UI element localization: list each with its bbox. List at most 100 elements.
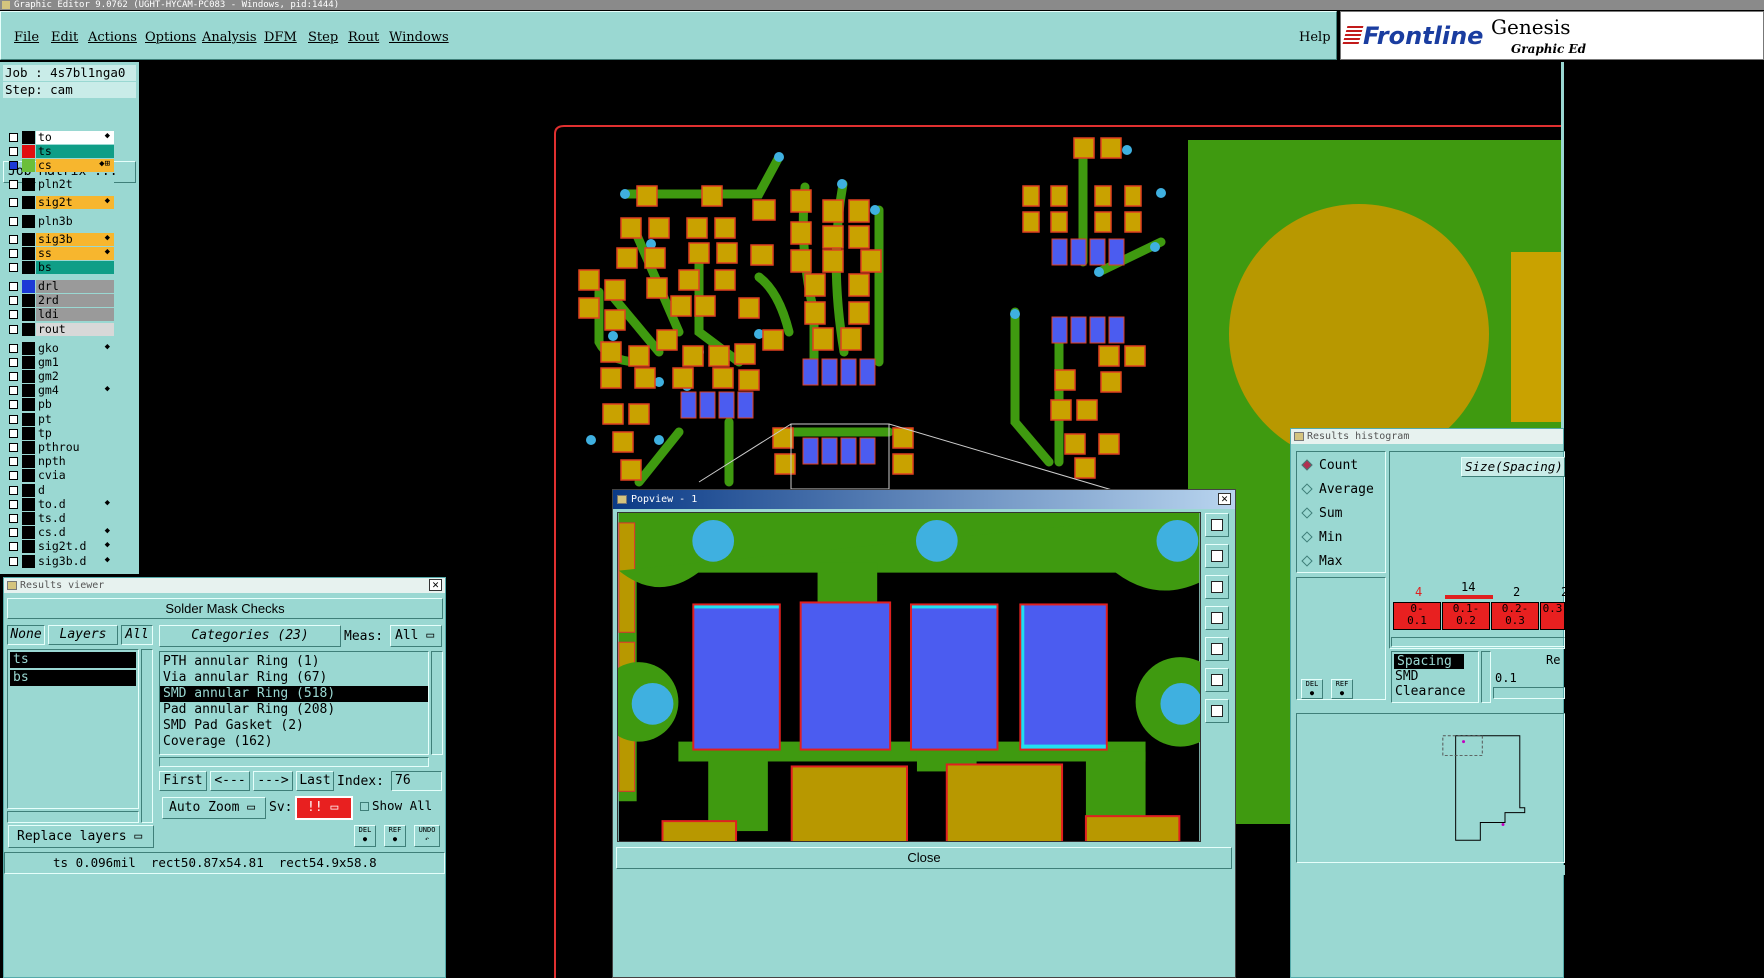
layer-row-drl[interactable]: drl [6, 280, 114, 293]
menu-windows[interactable]: Windows [389, 30, 449, 45]
pcb-pad[interactable] [616, 247, 638, 269]
layer-checkbox[interactable] [9, 400, 18, 409]
layer-name[interactable]: ts.d [36, 512, 114, 525]
layer-name[interactable]: sig2t [36, 196, 114, 209]
pan-down-tool[interactable] [1205, 575, 1229, 599]
pcb-pad[interactable] [714, 269, 736, 291]
layer-checkbox[interactable] [9, 344, 18, 353]
category-item[interactable]: Coverage (162) [160, 734, 428, 750]
pcb-pad[interactable] [822, 199, 844, 223]
layer-color-swatch[interactable] [22, 356, 35, 369]
layer-color-swatch[interactable] [22, 441, 35, 454]
layer-checkbox[interactable] [9, 528, 18, 537]
category-item[interactable]: Pad annular Ring (208) [160, 702, 428, 718]
prev-button[interactable]: <--- [210, 771, 250, 791]
layer-color-swatch[interactable] [22, 469, 35, 482]
layer-color-swatch[interactable] [22, 261, 35, 274]
layer-color-swatch[interactable] [22, 215, 35, 228]
pcb-pad[interactable] [1124, 185, 1142, 207]
layer-checkbox[interactable] [9, 557, 18, 566]
category-item[interactable]: SMD Pad Gasket (2) [160, 718, 428, 734]
layer-color-swatch[interactable] [22, 427, 35, 440]
pcb-pad[interactable] [714, 217, 736, 239]
pcb-pad[interactable] [628, 345, 650, 367]
threshold-slider[interactable] [1493, 687, 1565, 699]
layer-name[interactable]: tp [36, 427, 114, 440]
layer-checkbox[interactable] [9, 235, 18, 244]
layer-row-gm1[interactable]: gm1 [6, 356, 114, 369]
layer-row-gm2[interactable]: gm2 [6, 370, 114, 383]
mode-radio-min[interactable]: Min [1301, 530, 1342, 545]
popview-close-button[interactable]: Close [616, 847, 1232, 869]
menu-analysis[interactable]: Analysis [202, 30, 257, 45]
pan-left-tool[interactable] [1205, 606, 1229, 630]
histogram-bin[interactable]: 0.3 [1540, 602, 1565, 630]
next-button[interactable]: ---> [253, 771, 293, 791]
layer-color-swatch[interactable] [22, 398, 35, 411]
pcb-pad[interactable] [602, 403, 624, 425]
layer-checkbox[interactable] [9, 443, 18, 452]
layer-row-ldi[interactable]: ldi [6, 308, 114, 321]
layer-checkbox[interactable] [9, 147, 18, 156]
layer-name[interactable]: bs [36, 261, 114, 274]
pcb-pad[interactable] [734, 343, 756, 365]
layer-checkbox[interactable] [9, 263, 18, 272]
menu-rout[interactable]: Rout [348, 30, 379, 45]
pcb-pad[interactable] [840, 327, 862, 351]
close-icon[interactable]: ✕ [429, 579, 442, 591]
layer-name[interactable]: npth [36, 455, 114, 468]
layer-color-swatch[interactable] [22, 370, 35, 383]
layer-row-pb[interactable]: pb [6, 398, 114, 411]
layer-name[interactable]: cs.d [36, 526, 114, 539]
layer-row-cs[interactable]: cs ◆⊞ [6, 159, 114, 172]
categories-button[interactable]: Categories (23) [159, 625, 341, 647]
pcb-pad[interactable] [672, 367, 694, 389]
layer-checkbox[interactable] [9, 296, 18, 305]
all-button[interactable]: All [121, 625, 153, 645]
layer-checkbox[interactable] [9, 542, 18, 551]
layer-color-swatch[interactable] [22, 413, 35, 426]
pcb-pad[interactable] [892, 453, 914, 475]
layer-color-swatch[interactable] [22, 526, 35, 539]
refresh-result-button[interactable]: REF ● [384, 825, 406, 847]
pcb-pad[interactable] [578, 297, 600, 319]
layer-color-swatch[interactable] [22, 498, 35, 511]
layer-name[interactable]: 2rd [36, 294, 114, 307]
layer-row-tp[interactable]: tp [6, 427, 114, 440]
category-item[interactable]: PTH annular Ring (1) [160, 654, 428, 670]
pcb-pad[interactable] [1094, 185, 1112, 207]
menu-actions[interactable]: Actions [88, 30, 137, 45]
layers-button[interactable]: Layers [48, 625, 118, 645]
layer-name[interactable]: sig2t.d [36, 540, 114, 553]
pcb-pad[interactable] [848, 199, 870, 223]
layer-row-sig2t-d[interactable]: sig2t.d ◆ [6, 540, 114, 553]
pcb-pad[interactable] [701, 185, 723, 207]
layer-row-sig3b-d[interactable]: sig3b.d ◆ [6, 555, 114, 568]
pcb-pad[interactable] [804, 301, 826, 325]
mode-radio-sum[interactable]: Sum [1301, 506, 1342, 521]
layer-color-swatch[interactable] [22, 512, 35, 525]
layer-row-bs[interactable]: bs [6, 261, 114, 274]
layer-color-swatch[interactable] [22, 484, 35, 497]
pcb-pad[interactable] [738, 297, 760, 319]
layer-name[interactable]: ss [36, 247, 114, 260]
layer-row-cs-d[interactable]: cs.d ◆ [6, 526, 114, 539]
layer-color-swatch[interactable] [22, 247, 35, 260]
pcb-pad[interactable] [790, 249, 812, 273]
pcb-pad[interactable] [600, 367, 622, 389]
layer-name[interactable]: gko [36, 342, 114, 355]
pcb-pad[interactable] [848, 225, 870, 249]
layer-row-pln3b[interactable]: pln3b [6, 215, 114, 228]
pcb-pad[interactable] [1124, 211, 1142, 233]
layer-color-swatch[interactable] [22, 342, 35, 355]
pcb-pad[interactable] [860, 249, 882, 273]
categories-hscrollbar[interactable] [159, 757, 429, 767]
layer-checkbox[interactable] [9, 386, 18, 395]
layer-results-list[interactable]: ts bs [7, 649, 139, 809]
list-item[interactable]: bs [10, 670, 136, 686]
pcb-pad[interactable] [790, 221, 812, 245]
pcb-pad[interactable] [848, 301, 870, 325]
layer-name[interactable]: drl [36, 280, 114, 293]
zoom-out-tool[interactable] [1205, 699, 1229, 723]
layer-checkbox[interactable] [9, 372, 18, 381]
